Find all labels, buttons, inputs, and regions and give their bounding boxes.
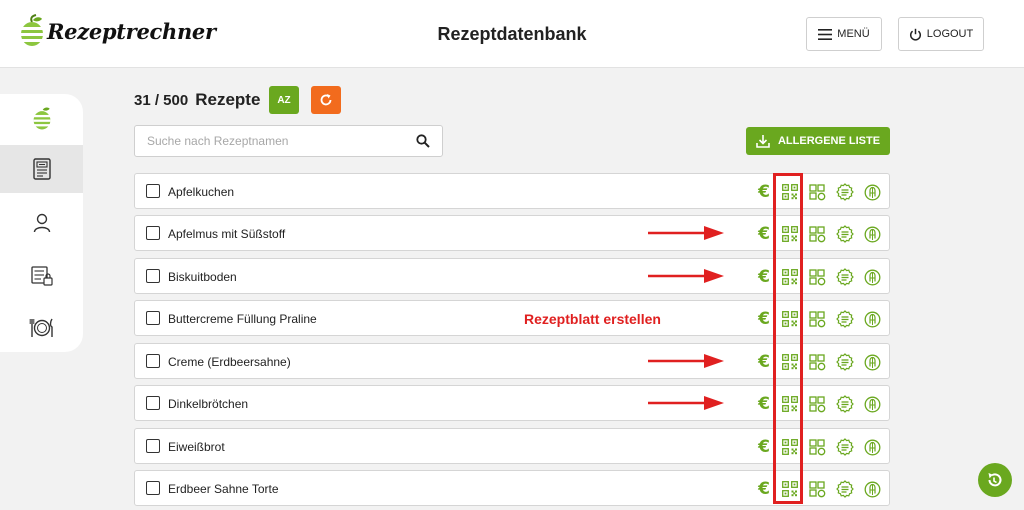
nutrition-icon[interactable] [862,437,882,457]
ingredients-icon[interactable] [807,224,827,244]
recipe-count-label: Rezepte [195,90,261,109]
refresh-icon [320,94,332,106]
row-checkbox[interactable] [146,226,160,240]
annotation-arrow [648,354,724,368]
reload-fab-button[interactable] [978,463,1012,497]
refresh-button[interactable] [311,86,341,114]
euro-price-icon[interactable]: € [754,394,774,414]
sort-az-button[interactable]: AZ [269,86,299,114]
hamburger-icon [818,28,833,40]
ingredients-icon[interactable] [807,479,827,499]
download-icon [756,135,770,148]
nutrition-icon[interactable] [862,352,882,372]
recipe-name[interactable]: Dinkelbrötchen [168,397,248,411]
recipe-sheet-icon [32,158,51,180]
allergen-list-button[interactable]: ALLERGENE LISTE [746,127,890,155]
allergen-icon[interactable] [835,224,855,244]
allergen-icon[interactable] [835,182,855,202]
menu-label: MENÜ [837,28,870,40]
recipe-name[interactable]: Buttercreme Füllung Praline [168,312,317,326]
menu-button[interactable]: MENÜ [806,17,882,51]
recipe-count: 31 / 500 [134,92,189,109]
recipe-name[interactable]: Creme (Erdbeersahne) [168,355,291,369]
allergen-icon[interactable] [835,394,855,414]
search-icon[interactable] [416,134,430,148]
plate-cutlery-icon [29,318,53,337]
annotation-arrow [648,226,724,240]
row-checkbox[interactable] [146,184,160,198]
euro-price-icon[interactable]: € [754,182,774,202]
sidebar-item-home[interactable] [0,94,83,142]
ingredients-icon[interactable] [807,437,827,457]
user-icon [33,213,50,233]
qr-column-highlight [773,173,803,504]
callout-label: Rezeptblatt erstellen [524,311,661,327]
sidebar-item-recipes[interactable] [0,145,83,193]
recipe-name[interactable]: Biskuitboden [168,270,237,284]
row-checkbox[interactable] [146,354,160,368]
recipe-counter: 31 / 500 Rezepte [134,90,260,110]
top-header: Rezeptrechner Rezeptdatenbank MENÜ LOGOU… [0,0,1024,68]
nutrition-icon[interactable] [862,267,882,287]
nutrition-icon[interactable] [862,224,882,244]
ingredients-icon[interactable] [807,182,827,202]
apple-logo-icon [33,107,50,130]
allergen-icon[interactable] [835,267,855,287]
ingredients-icon[interactable] [807,352,827,372]
allergen-icon[interactable] [835,437,855,457]
power-icon [909,28,921,41]
nutrition-icon[interactable] [862,309,882,329]
recipe-name[interactable]: Eiweißbrot [168,440,225,454]
reload-icon [988,473,1002,487]
sidebar-item-menus[interactable] [0,304,83,352]
logout-label: LOGOUT [926,28,974,40]
euro-price-icon[interactable]: € [754,352,774,372]
row-checkbox[interactable] [146,439,160,453]
euro-price-icon[interactable]: € [754,437,774,457]
sidebar-item-user[interactable] [0,199,83,247]
search-box [134,125,443,157]
allergen-icon[interactable] [835,479,855,499]
annotation-arrow [648,396,724,410]
row-checkbox[interactable] [146,481,160,495]
allergen-list-label: ALLERGENE LISTE [777,135,881,147]
allergen-icon[interactable] [835,352,855,372]
list-lock-icon [30,266,53,286]
nutrition-icon[interactable] [862,182,882,202]
allergen-icon[interactable] [835,309,855,329]
search-input[interactable] [135,126,405,156]
ingredients-icon[interactable] [807,394,827,414]
euro-price-icon[interactable]: € [754,309,774,329]
row-checkbox[interactable] [146,396,160,410]
nutrition-icon[interactable] [862,479,882,499]
logout-button[interactable]: LOGOUT [898,17,984,51]
euro-price-icon[interactable]: € [754,224,774,244]
recipe-name[interactable]: Erdbeer Sahne Torte [168,482,279,496]
nutrition-icon[interactable] [862,394,882,414]
sort-az-icon: AZ [277,94,291,106]
row-checkbox[interactable] [146,269,160,283]
recipe-name[interactable]: Apfelkuchen [168,185,234,199]
sidebar-item-lists[interactable] [0,252,83,300]
annotation-arrow [648,269,724,283]
euro-price-icon[interactable]: € [754,479,774,499]
ingredients-icon[interactable] [807,267,827,287]
ingredients-icon[interactable] [807,309,827,329]
euro-price-icon[interactable]: € [754,267,774,287]
recipe-name[interactable]: Apfelmus mit Süßstoff [168,227,285,241]
row-checkbox[interactable] [146,311,160,325]
sidebar [0,94,83,352]
